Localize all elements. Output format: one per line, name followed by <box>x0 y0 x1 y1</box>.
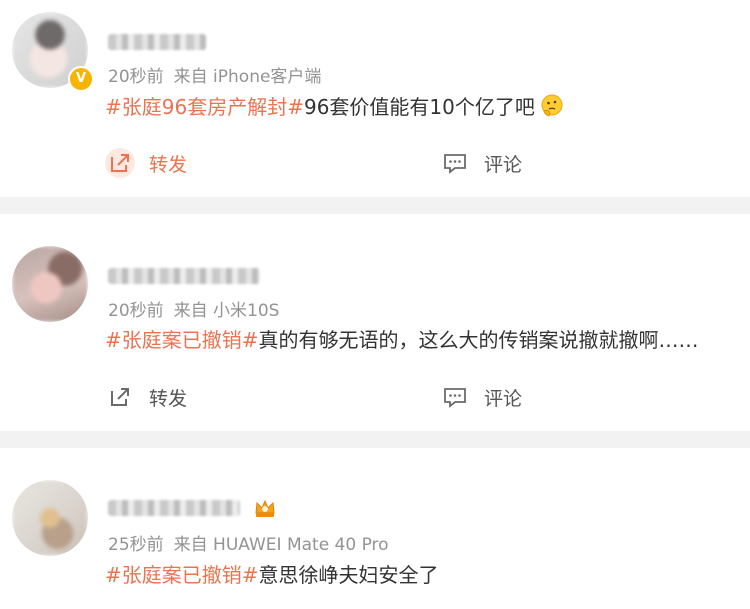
hashtag-link[interactable]: #张庭96套房产解封# <box>105 95 304 119</box>
avatar[interactable] <box>12 480 88 556</box>
post-separator <box>0 197 750 214</box>
repost-label: 转发 <box>149 387 188 410</box>
post-text: 意思徐峥夫妇安全了 <box>258 563 439 587</box>
repost-button[interactable]: 转发 <box>105 146 187 180</box>
post-card: 25秒前 来自 HUAWEI Mate 40 Pro #张庭案已撤销#意思徐峥夫妇… <box>0 448 750 609</box>
post-card: V 20秒前 来自 iPhone客户端 #张庭96套房产解封#96套价值能有10个… <box>0 0 750 197</box>
post-content: #张庭案已撤销#真的有够无语的，这么大的传销案说撤就撤啊…… <box>105 326 699 354</box>
post-meta: 20秒前 来自 iPhone客户端 <box>108 62 321 87</box>
username-redacted[interactable] <box>108 500 240 516</box>
post-text: 96套价值能有10个亿了吧 <box>303 95 535 119</box>
post-content: #张庭96套房产解封#96套价值能有10个亿了吧 <box>105 93 565 121</box>
post-separator <box>0 431 750 448</box>
post-source: 来自 HUAWEI Mate 40 Pro <box>173 535 389 555</box>
comment-label: 评论 <box>484 153 523 176</box>
comment-label: 评论 <box>484 387 523 410</box>
post-card: 20秒前 来自 小米10S #张庭案已撤销#真的有够无语的，这么大的传销案说撤就撤… <box>0 214 750 431</box>
post-source: 来自 小米10S <box>173 301 280 321</box>
post-content: #张庭案已撤销#意思徐峥夫妇安全了 <box>105 561 439 589</box>
post-meta: 25秒前 来自 HUAWEI Mate 40 Pro <box>108 530 389 555</box>
post-time[interactable]: 20秒前 <box>108 301 164 321</box>
thinking-face-icon <box>541 94 563 117</box>
username-redacted[interactable] <box>108 34 206 50</box>
avatar[interactable] <box>12 246 88 322</box>
comment-icon <box>440 148 470 178</box>
repost-label: 转发 <box>149 153 188 176</box>
share-icon <box>105 148 135 178</box>
weibo-feed: V 20秒前 来自 iPhone客户端 #张庭96套房产解封#96套价值能有10个… <box>0 0 750 609</box>
comment-button[interactable]: 评论 <box>440 380 522 414</box>
comment-icon <box>440 382 470 412</box>
hashtag-link[interactable]: #张庭案已撤销# <box>105 563 259 587</box>
share-icon <box>105 382 135 412</box>
post-time[interactable]: 25秒前 <box>108 535 164 555</box>
post-meta: 20秒前 来自 小米10S <box>108 296 279 321</box>
crown-icon[interactable] <box>254 497 276 519</box>
post-source: 来自 iPhone客户端 <box>173 67 322 87</box>
post-time[interactable]: 20秒前 <box>108 67 164 87</box>
verified-badge-icon: V <box>68 66 94 92</box>
username-redacted[interactable] <box>108 268 260 284</box>
hashtag-link[interactable]: #张庭案已撤销# <box>105 328 259 352</box>
repost-button[interactable]: 转发 <box>105 380 187 414</box>
post-text: 真的有够无语的，这么大的传销案说撤就撤啊…… <box>258 328 699 352</box>
comment-button[interactable]: 评论 <box>440 146 522 180</box>
